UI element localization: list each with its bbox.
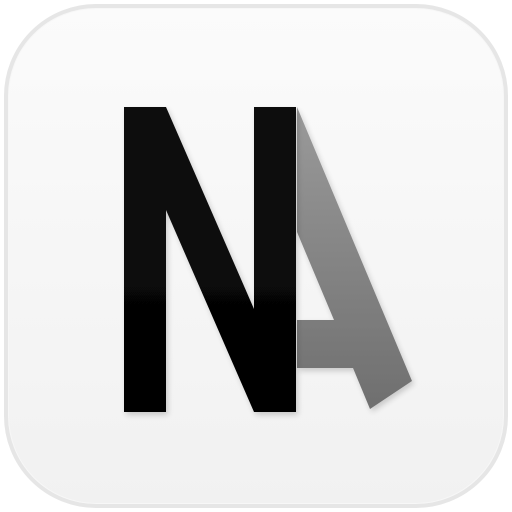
na-monogram-icon: [124, 107, 412, 412]
letter-a-shape: [297, 107, 412, 409]
letter-n-shape: [124, 107, 296, 412]
app-icon[interactable]: [4, 4, 508, 508]
